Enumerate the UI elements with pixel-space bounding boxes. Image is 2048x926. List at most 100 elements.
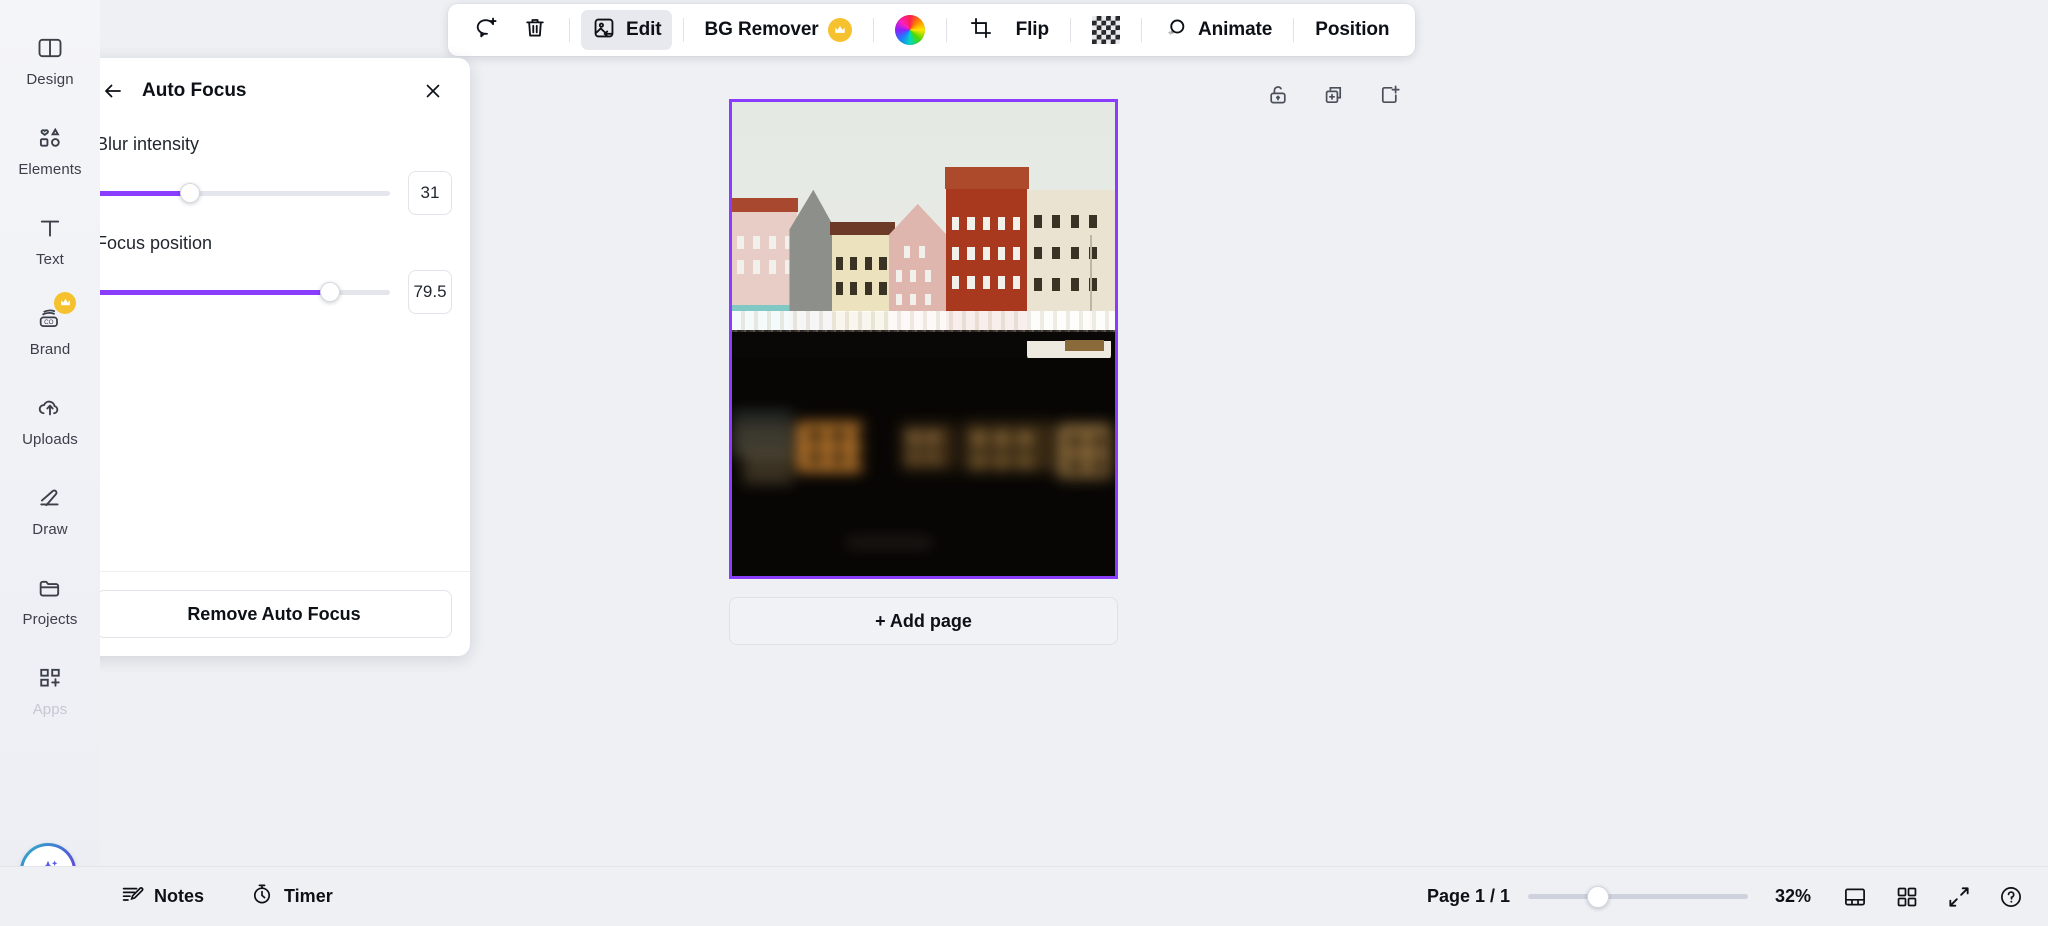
edit-label: Edit <box>626 19 662 40</box>
flip-button[interactable]: Flip <box>1006 10 1059 50</box>
sidebar-item-label: Uploads <box>22 430 78 448</box>
toolbar-divider <box>1293 18 1295 42</box>
blur-intensity-label: Blur intensity <box>96 134 200 154</box>
sidebar-item-design[interactable]: Design <box>0 14 100 104</box>
transparency-button[interactable] <box>1082 10 1130 50</box>
focus-position-label: Focus position <box>96 233 213 253</box>
page-count-label: Page 1 / 1 <box>1426 886 1510 906</box>
duplicate-page-icon[interactable] <box>1319 80 1349 110</box>
notes-label: Notes <box>154 886 205 906</box>
back-arrow-icon[interactable] <box>96 74 130 108</box>
bottom-bar: Notes Timer Page 1 / 1 32% <box>0 866 2048 926</box>
notes-icon <box>120 882 144 911</box>
toolbar-divider <box>1140 18 1142 42</box>
sidebar-item-label: Elements <box>18 160 82 178</box>
trash-icon <box>522 15 548 46</box>
color-wheel-button[interactable] <box>885 10 935 50</box>
sidebar-item-label: Text <box>36 250 64 268</box>
remove-auto-focus-button[interactable]: Remove Auto Focus <box>96 590 452 638</box>
focus-position-slider[interactable] <box>96 281 390 303</box>
timer-icon <box>250 882 274 911</box>
animate-button[interactable]: Animate <box>1153 10 1282 50</box>
blur-intensity-input[interactable]: 31 <box>408 171 452 215</box>
help-icon[interactable] <box>1994 880 2028 914</box>
sidebar-item-brand[interactable]: CO Brand <box>0 284 100 374</box>
photo-umbrellas <box>732 310 1115 332</box>
zoom-slider[interactable] <box>1528 885 1748 908</box>
toolbar-divider <box>569 18 570 42</box>
crown-icon <box>827 18 852 42</box>
blur-intensity-slider[interactable] <box>96 182 390 204</box>
apps-icon <box>33 661 67 695</box>
brand-icon: CO <box>33 291 76 335</box>
timer-label: Timer <box>284 886 333 906</box>
slider-fill <box>96 289 330 295</box>
toolbar-divider <box>872 18 874 42</box>
uploads-icon <box>33 391 67 425</box>
sidebar-item-elements[interactable]: Elements <box>0 104 100 194</box>
panel-body: Blur intensity 31 Focus position 79.5 <box>78 124 470 571</box>
animate-label: Animate <box>1197 19 1273 40</box>
add-comment-icon <box>474 15 500 46</box>
fullscreen-icon[interactable] <box>1942 880 1976 914</box>
sidebar-item-label: Draw <box>32 520 68 538</box>
photo-blurred-reflection <box>732 367 1115 576</box>
edit-button[interactable]: Edit <box>581 10 672 50</box>
sidebar-item-draw[interactable]: Draw <box>0 464 100 554</box>
add-page-icon[interactable] <box>1375 80 1405 110</box>
notes-view-icon[interactable] <box>1838 880 1872 914</box>
toolbar-divider <box>682 18 684 42</box>
sidebar-item-label: Projects <box>22 610 78 628</box>
slider-thumb[interactable] <box>319 282 340 302</box>
bottom-bar-right: Page 1 / 1 32% <box>1427 880 2048 914</box>
sidebar-item-text[interactable]: Text <box>0 194 100 284</box>
flip-label: Flip <box>1015 19 1049 40</box>
position-button[interactable]: Position <box>1305 10 1399 50</box>
elements-icon <box>33 121 67 155</box>
nyhavn-copenhagen-photo <box>732 102 1115 576</box>
slider-fill <box>96 190 191 196</box>
crown-icon <box>54 291 76 314</box>
auto-focus-panel: Auto Focus Blur intensity 31 Focus posit… <box>78 58 470 656</box>
draw-icon <box>33 481 67 515</box>
projects-icon <box>33 571 67 605</box>
blur-intensity-row: 31 <box>96 171 452 215</box>
bg-remover-button[interactable]: BG Remover <box>695 10 862 50</box>
delete-button[interactable] <box>512 10 558 50</box>
sidebar-item-label: Brand <box>29 340 71 358</box>
sidebar-item-apps[interactable]: Apps <box>0 644 100 734</box>
zoom-track <box>1528 894 1748 899</box>
toolbar-divider <box>945 18 947 42</box>
crop-button[interactable] <box>958 10 1004 50</box>
panel-footer: Remove Auto Focus <box>78 571 470 656</box>
transparency-checkerboard-icon <box>1091 16 1120 44</box>
sidebar-item-uploads[interactable]: Uploads <box>0 374 100 464</box>
lock-icon[interactable] <box>1263 80 1293 110</box>
position-label: Position <box>1315 19 1390 40</box>
sidebar-item-label: Design <box>26 70 74 88</box>
top-toolbar: Edit BG Remover Flip Animate Position <box>448 4 1416 56</box>
close-icon[interactable] <box>416 74 450 108</box>
edit-image-icon <box>591 15 617 46</box>
toolbar-divider <box>1069 18 1071 42</box>
bg-remover-label: BG Remover <box>704 19 819 40</box>
panel-header: Auto Focus <box>78 58 470 124</box>
sidebar-item-label: Apps <box>32 700 68 718</box>
text-icon <box>33 211 67 245</box>
design-icon <box>33 31 67 65</box>
sidebar-item-projects[interactable]: Projects <box>0 554 100 644</box>
timer-button[interactable]: Timer <box>238 877 345 917</box>
crop-icon <box>968 15 994 46</box>
page-canvas[interactable] <box>729 99 1118 579</box>
add-page-button[interactable]: + Add page <box>729 597 1118 645</box>
add-comment-button[interactable] <box>464 10 510 50</box>
focus-position-input[interactable]: 79.5 <box>408 270 452 314</box>
animate-icon <box>1163 15 1189 46</box>
zoom-thumb[interactable] <box>1587 885 1610 908</box>
color-wheel-icon <box>894 15 925 45</box>
notes-button[interactable]: Notes <box>108 877 216 917</box>
grid-view-icon[interactable] <box>1890 880 1924 914</box>
svg-text:CO: CO <box>44 319 54 326</box>
focus-position-row: 79.5 <box>96 270 452 314</box>
slider-thumb[interactable] <box>180 183 201 203</box>
